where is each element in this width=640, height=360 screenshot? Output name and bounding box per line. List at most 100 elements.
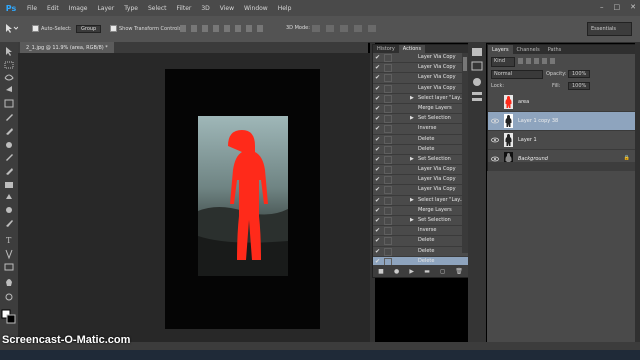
record-icon[interactable]: ● [394, 268, 399, 275]
dialog-toggle-box[interactable] [384, 217, 392, 225]
align-center-icon[interactable] [224, 25, 230, 32]
action-row[interactable]: ✔ ▶ Set Selection [373, 216, 468, 227]
dialog-toggle-box[interactable] [384, 186, 392, 195]
menu-view[interactable]: View [215, 5, 239, 12]
align-middle-icon[interactable] [191, 25, 197, 32]
tab-history[interactable]: History [373, 45, 399, 53]
document-canvas[interactable] [165, 69, 320, 329]
dialog-toggle-box[interactable] [384, 237, 392, 246]
new-action-icon[interactable]: ◻ [440, 268, 445, 275]
action-row[interactable]: ✔ Delete [373, 247, 468, 257]
align-top-icon[interactable] [180, 25, 186, 32]
menu-image[interactable]: Image [64, 5, 93, 12]
toggle-check-icon[interactable]: ✔ [375, 125, 380, 132]
dialog-toggle-box[interactable] [384, 74, 392, 83]
menu-select[interactable]: Select [143, 5, 172, 12]
action-row[interactable]: ✔ Delete [373, 135, 468, 145]
scale-3d-icon[interactable] [368, 25, 376, 32]
toggle-check-icon[interactable]: ✔ [375, 186, 380, 193]
action-row[interactable]: ✔ Layer Via Copy [373, 185, 468, 196]
dialog-toggle-box[interactable] [384, 196, 392, 205]
expand-triangle-icon[interactable]: ▶ [410, 115, 414, 121]
toggle-check-icon[interactable]: ✔ [375, 95, 380, 102]
document-tab[interactable]: 2_1.jpg @ 11.9% (area, RGB/8) * [20, 42, 114, 53]
dialog-toggle-box[interactable] [384, 125, 392, 134]
dialog-toggle-box[interactable] [384, 64, 392, 73]
toggle-check-icon[interactable]: ✔ [375, 64, 380, 71]
dialog-toggle-box[interactable] [384, 54, 392, 62]
action-row[interactable]: ✔ Delete [373, 145, 468, 155]
actions-scroll-thumb[interactable] [463, 57, 467, 71]
tab-channels[interactable]: Channels [513, 45, 544, 54]
toggle-check-icon[interactable]: ✔ [375, 258, 380, 265]
auto-select-dropdown[interactable]: Group [76, 25, 102, 33]
menu-file[interactable]: File [22, 5, 42, 12]
action-row[interactable]: ✔ Layer Via Copy [373, 73, 468, 84]
toggle-check-icon[interactable]: ✔ [375, 74, 380, 81]
action-row[interactable]: ✔ Layer Via Copy [373, 84, 468, 94]
close-button[interactable]: ✕ [630, 3, 636, 11]
tool-icons[interactable]: T [0, 42, 18, 342]
action-row[interactable]: ✔ ▶ Select layer "Lay... [373, 196, 468, 206]
filter-smart-icon[interactable] [550, 58, 555, 64]
dialog-toggle-box[interactable] [384, 227, 392, 236]
filter-kind-dropdown[interactable]: Kind [491, 57, 515, 67]
layer-row[interactable]: area [488, 93, 636, 112]
dialog-toggle-box[interactable] [384, 176, 392, 185]
opacity-field[interactable]: 100% [568, 70, 591, 78]
menu-help[interactable]: Help [273, 5, 297, 12]
filter-pixel-icon[interactable] [518, 58, 523, 64]
menu-layer[interactable]: Layer [92, 5, 119, 12]
toggle-check-icon[interactable]: ✔ [375, 115, 380, 122]
distribute-icon[interactable] [246, 25, 252, 32]
tab-paths[interactable]: Paths [544, 45, 566, 54]
blend-mode-dropdown[interactable]: Normal [491, 70, 543, 79]
dialog-toggle-box[interactable] [384, 84, 392, 93]
menu-3d[interactable]: 3D [196, 5, 214, 12]
action-row[interactable]: ✔ Merge Layers [373, 206, 468, 216]
action-row[interactable]: ✔ Merge Layers [373, 104, 468, 115]
dialog-toggle-box[interactable] [384, 155, 392, 164]
menu-edit[interactable]: Edit [42, 5, 64, 12]
roll-3d-icon[interactable] [326, 25, 334, 32]
pan-3d-icon[interactable] [340, 25, 348, 32]
maximize-button[interactable]: □ [614, 3, 621, 11]
dialog-toggle-box[interactable] [384, 145, 392, 154]
visibility-eye-icon[interactable] [491, 98, 499, 106]
canvas-area[interactable] [18, 53, 370, 342]
fill-field[interactable]: 100% [568, 82, 591, 90]
dialog-toggle-box[interactable] [384, 166, 392, 175]
filter-adjust-icon[interactable] [526, 58, 531, 64]
orbit-3d-icon[interactable] [312, 25, 320, 32]
align-right-icon[interactable] [235, 25, 241, 32]
toggle-check-icon[interactable]: ✔ [375, 54, 380, 61]
slide-3d-icon[interactable] [354, 25, 362, 32]
toggle-check-icon[interactable]: ✔ [375, 136, 380, 143]
dialog-toggle-box[interactable] [384, 206, 392, 215]
action-row[interactable]: ✔ Layer Via Copy [373, 63, 468, 74]
visibility-eye-icon[interactable] [491, 117, 499, 125]
delete-icon[interactable]: 🗑 [455, 268, 463, 275]
action-row[interactable]: ✔ Inverse [373, 124, 468, 135]
action-row[interactable]: ✔ ▶ Select layer "Lay... [373, 94, 468, 104]
toggle-check-icon[interactable]: ✔ [375, 166, 380, 173]
dialog-toggle-box[interactable] [384, 104, 392, 113]
dialog-toggle-box[interactable] [384, 115, 392, 124]
toggle-check-icon[interactable]: ✔ [375, 248, 380, 255]
toggle-check-icon[interactable]: ✔ [375, 85, 380, 92]
new-set-icon[interactable]: ▬ [424, 268, 430, 275]
toggle-check-icon[interactable]: ✔ [375, 207, 380, 214]
action-row[interactable]: ✔ Layer Via Copy [373, 53, 468, 64]
expand-triangle-icon[interactable]: ▶ [410, 156, 414, 162]
visibility-eye-icon[interactable] [491, 136, 499, 144]
toggle-check-icon[interactable]: ✔ [375, 105, 380, 112]
dialog-toggle-box[interactable] [384, 135, 392, 144]
panel-strip-icons[interactable] [468, 42, 486, 122]
action-row[interactable]: ✔ Layer Via Copy [373, 165, 468, 176]
expand-triangle-icon[interactable]: ▶ [410, 95, 414, 101]
toggle-check-icon[interactable]: ✔ [375, 237, 380, 244]
action-row[interactable]: ✔ ▶ Set Selection [373, 155, 468, 166]
layer-row[interactable]: Layer 1 [488, 131, 636, 150]
toggle-check-icon[interactable]: ✔ [375, 176, 380, 183]
auto-select-option[interactable]: Auto-Select: [32, 25, 72, 32]
